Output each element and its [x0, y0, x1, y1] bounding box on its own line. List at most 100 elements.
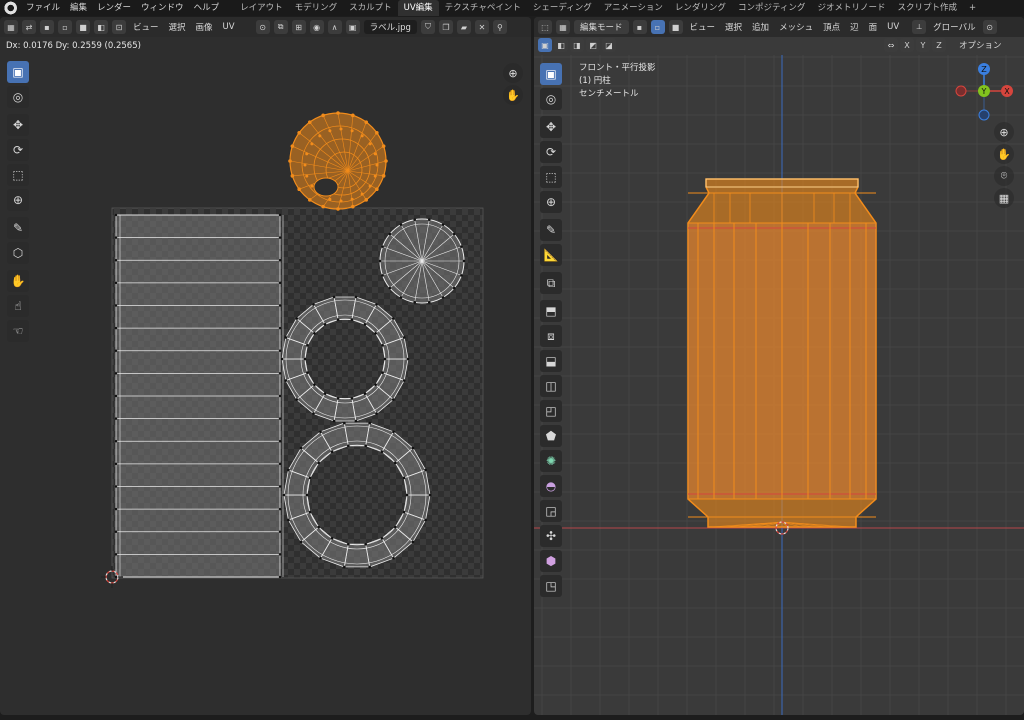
- select-new-icon[interactable]: ▣: [538, 38, 552, 52]
- select-invert-icon[interactable]: ◩: [586, 38, 600, 52]
- select-intersect-icon[interactable]: ◪: [602, 38, 616, 52]
- strip-vertex: [114, 553, 118, 556]
- orientation-dropdown[interactable]: グローバル: [930, 21, 978, 33]
- extrude-tool-icon[interactable]: ⬒: [540, 300, 562, 322]
- face-mode-icon[interactable]: ■: [668, 20, 683, 34]
- scale-tool-icon[interactable]: ⬚: [7, 164, 29, 186]
- tab-texture-paint[interactable]: テクスチャペイント: [439, 0, 527, 16]
- pan-icon[interactable]: ✋: [503, 85, 523, 105]
- vp-menu-uv[interactable]: UV: [884, 22, 902, 32]
- vp-move-tool-icon[interactable]: ✥: [540, 116, 562, 138]
- blender-logo-icon[interactable]: [3, 1, 17, 15]
- zoom-icon[interactable]: ⊕: [503, 63, 523, 83]
- viewport-canvas[interactable]: [534, 17, 1024, 715]
- vp-zoom-icon[interactable]: ⊕: [994, 122, 1014, 142]
- vp-annotate-tool-icon[interactable]: ✎: [540, 219, 562, 241]
- tab-geometry-nodes[interactable]: ジオメトリノード: [811, 0, 891, 16]
- edge-slide-tool-icon[interactable]: ◲: [540, 500, 562, 522]
- tab-layout[interactable]: レイアウト: [234, 0, 289, 16]
- vp-menu-select[interactable]: 選択: [722, 21, 745, 33]
- vp-select-tool-icon[interactable]: ▣: [540, 63, 562, 85]
- rip-region-tool-icon[interactable]: ◳: [540, 575, 562, 597]
- gizmo-x-label: X: [1004, 87, 1010, 96]
- transform-tool-icon[interactable]: ⊕: [7, 189, 29, 211]
- ring-vertex: [323, 323, 327, 326]
- pinch-tool-icon[interactable]: ☜: [7, 320, 29, 342]
- tab-animation[interactable]: アニメーション: [598, 0, 669, 16]
- ring-vertex: [411, 446, 415, 450]
- vp-menu-edge[interactable]: 辺: [847, 21, 862, 33]
- vp-menu-add[interactable]: 追加: [749, 21, 772, 33]
- rotate-tool-icon[interactable]: ⟳: [7, 139, 29, 161]
- mirror-x-button[interactable]: X: [900, 38, 914, 52]
- add-cube-tool-icon[interactable]: ⧉: [540, 272, 562, 294]
- pivot-point-icon[interactable]: ⊙: [982, 20, 997, 34]
- loop-cut-tool-icon[interactable]: ◫: [540, 375, 562, 397]
- uv-canvas[interactable]: [0, 17, 531, 715]
- ring-vertex: [368, 421, 371, 425]
- vp-menu-vertex[interactable]: 頂点: [820, 21, 843, 33]
- smooth-tool-icon[interactable]: ◓: [540, 475, 562, 497]
- vp-rotate-tool-icon[interactable]: ⟳: [540, 141, 562, 163]
- select-subtract-icon[interactable]: ◨: [570, 38, 584, 52]
- ring-vertex: [424, 518, 427, 522]
- island-vertex: [303, 163, 307, 167]
- tab-modeling[interactable]: モデリング: [289, 0, 344, 16]
- shear-tool-icon[interactable]: ⬢: [540, 550, 562, 572]
- menu-help[interactable]: ヘルプ: [189, 0, 225, 16]
- select-tool-icon[interactable]: ▣: [7, 61, 29, 83]
- poly-build-tool-icon[interactable]: ⬟: [540, 425, 562, 447]
- vertex-mode-icon[interactable]: ▪: [632, 20, 647, 34]
- relax-tool-icon[interactable]: ☝: [7, 295, 29, 317]
- vp-menu-face[interactable]: 面: [866, 21, 881, 33]
- add-workspace-button[interactable]: +: [963, 0, 982, 16]
- spin-tool-icon[interactable]: ✺: [540, 450, 562, 472]
- vp-menu-mesh[interactable]: メッシュ: [776, 21, 816, 33]
- move-tool-icon[interactable]: ✥: [7, 114, 29, 136]
- menu-file[interactable]: ファイル: [21, 0, 65, 16]
- island-vertex: [384, 159, 388, 163]
- menu-window[interactable]: ウィンドウ: [136, 0, 189, 16]
- tab-sculpt[interactable]: スカルプト: [343, 0, 398, 16]
- viewport-editor-type-icon[interactable]: ⬚: [538, 20, 552, 34]
- tab-rendering[interactable]: レンダリング: [669, 0, 732, 16]
- ortho-toggle-icon[interactable]: ▦: [994, 188, 1014, 208]
- selected-uv-island[interactable]: [288, 111, 388, 211]
- tab-scripting[interactable]: スクリプト作成: [891, 0, 963, 16]
- tab-compositing[interactable]: コンポジティング: [732, 0, 812, 16]
- grab-tool-icon[interactable]: ✋: [7, 270, 29, 292]
- vp-transform-tool-icon[interactable]: ⊕: [540, 191, 562, 213]
- ring-vertex: [380, 450, 384, 453]
- vp-pan-icon[interactable]: ✋: [994, 144, 1014, 164]
- vp-scale-tool-icon[interactable]: ⬚: [540, 166, 562, 188]
- uv-label-strip[interactable]: [114, 213, 284, 579]
- vp-cursor-tool-icon[interactable]: ◎: [540, 88, 562, 110]
- menu-edit[interactable]: 編集: [65, 0, 92, 16]
- navigation-gizmo[interactable]: Z X Y: [952, 61, 1016, 125]
- mirror-icon[interactable]: ⇔: [884, 38, 898, 52]
- options-dropdown[interactable]: オプション: [956, 39, 1005, 51]
- edge-mode-icon[interactable]: ▫: [650, 20, 665, 34]
- annotate-tool-icon[interactable]: ✎: [7, 217, 29, 239]
- vp-menu-view[interactable]: ビュー: [687, 21, 719, 33]
- mode-dropdown[interactable]: 編集モード: [574, 20, 629, 34]
- orientation-icon[interactable]: ⟂: [912, 20, 927, 34]
- mirror-y-button[interactable]: Y: [916, 38, 930, 52]
- tab-shading[interactable]: シェーディング: [527, 0, 598, 16]
- cursor-tool-icon[interactable]: ◎: [7, 86, 29, 108]
- ring-vertex: [295, 317, 299, 320]
- menu-render[interactable]: レンダー: [92, 0, 136, 16]
- shrink-fatten-tool-icon[interactable]: ✣: [540, 525, 562, 547]
- mirror-z-button[interactable]: Z: [932, 38, 946, 52]
- inset-tool-icon[interactable]: ⧈: [540, 325, 562, 347]
- mode-icon[interactable]: ▦: [556, 20, 570, 34]
- measure-tool-icon[interactable]: 📐: [540, 244, 562, 266]
- cylinder-mesh[interactable]: [687, 178, 877, 528]
- camera-view-icon[interactable]: ⌾: [994, 166, 1014, 186]
- select-extend-icon[interactable]: ◧: [554, 38, 568, 52]
- knife-tool-icon[interactable]: ◰: [540, 400, 562, 422]
- tab-uv-editing[interactable]: UV編集: [397, 0, 439, 16]
- bevel-tool-icon[interactable]: ⬓: [540, 350, 562, 372]
- island-vertex: [336, 207, 340, 211]
- rip-tool-icon[interactable]: ⬡: [7, 242, 29, 264]
